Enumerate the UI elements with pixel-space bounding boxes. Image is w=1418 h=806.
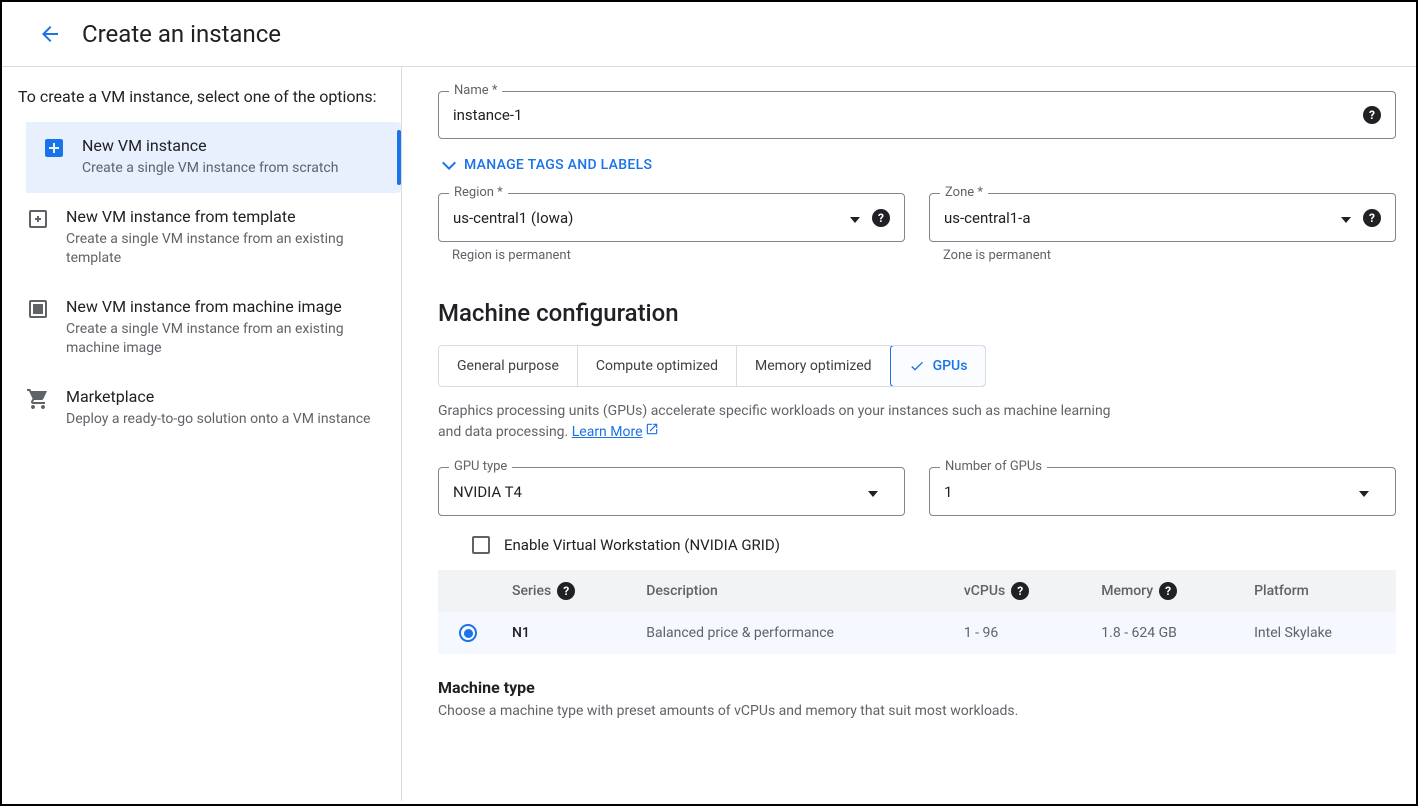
check-icon [909,358,925,374]
help-icon[interactable]: ? [557,582,575,600]
name-input[interactable] [453,106,1363,124]
th-memory: Memory [1101,583,1153,599]
chevron-down-icon [868,482,878,501]
series-radio[interactable] [459,624,477,642]
chevron-down-icon [850,208,860,227]
gpu-description: Graphics processing units (GPUs) acceler… [438,401,1118,443]
plus-box-icon [42,136,66,160]
sidebar-item-label: New VM instance [82,136,385,155]
page-title: Create an instance [82,20,281,48]
series-platform: Intel Skylake [1240,612,1396,654]
zone-helper: Zone is permanent [943,248,1396,263]
cart-icon [26,387,50,411]
th-vcpus: vCPUs [964,583,1005,599]
main-form: Name * ? MANAGE TAGS AND LABELS Region *… [402,67,1416,801]
gpu-type-select[interactable]: GPU type NVIDIA T4 [438,467,905,516]
sidebar-item-desc: Create a single VM instance from scratch [82,159,385,179]
help-icon[interactable]: ? [1363,209,1381,227]
tab-gpus[interactable]: GPUs [890,345,987,387]
series-table: Series? Description vCPUs? Memory? Platf… [438,570,1396,654]
tab-memory-optimized[interactable]: Memory optimized [737,346,891,386]
name-field[interactable]: Name * ? [438,91,1396,139]
gpu-count-value: 1 [944,483,1351,501]
sidebar-item-desc: Create a single VM instance from an exis… [66,230,377,269]
help-icon[interactable]: ? [1159,582,1177,600]
series-name: N1 [498,612,632,654]
chevron-down-icon [1359,482,1369,501]
region-label: Region * [449,185,508,200]
sidebar: To create a VM instance, select one of t… [2,67,402,801]
machine-type-desc: Choose a machine type with preset amount… [438,703,1396,719]
region-helper: Region is permanent [452,248,905,263]
back-arrow-icon[interactable] [38,22,62,46]
chevron-down-icon [1341,208,1351,227]
zone-value: us-central1-a [944,209,1333,227]
tab-gpus-label: GPUs [933,358,968,374]
region-value: us-central1 (Iowa) [453,209,842,227]
series-memory: 1.8 - 624 GB [1087,612,1240,654]
external-link-icon [645,422,659,443]
machine-type-title: Machine type [438,678,1396,697]
name-label: Name * [449,83,502,98]
zone-label: Zone * [940,185,988,200]
virtual-workstation-label: Enable Virtual Workstation (NVIDIA GRID) [504,536,780,554]
tab-compute-optimized[interactable]: Compute optimized [578,346,737,386]
manage-tags-button[interactable]: MANAGE TAGS AND LABELS [442,157,1396,173]
image-icon [26,297,50,321]
gpu-type-value: NVIDIA T4 [453,483,860,501]
sidebar-item-marketplace[interactable]: Marketplace Deploy a ready-to-go solutio… [10,373,393,444]
help-icon[interactable]: ? [1363,106,1381,124]
series-desc: Balanced price & performance [632,612,950,654]
series-vcpus: 1 - 96 [950,612,1087,654]
sidebar-item-label: Marketplace [66,387,377,406]
region-select[interactable]: Region * us-central1 (Iowa) ? [438,193,905,242]
help-icon[interactable]: ? [872,209,890,227]
series-row[interactable]: N1 Balanced price & performance 1 - 96 1… [438,612,1396,654]
sidebar-item-label: New VM instance from template [66,207,377,226]
sidebar-item-machine-image[interactable]: New VM instance from machine image Creat… [10,283,393,373]
gpu-count-label: Number of GPUs [940,459,1047,474]
virtual-workstation-checkbox[interactable] [472,536,490,554]
gpu-type-label: GPU type [449,459,512,474]
th-description: Description [632,570,950,612]
machine-tabs: General purpose Compute optimized Memory… [438,345,986,387]
sidebar-item-desc: Create a single VM instance from an exis… [66,320,377,359]
th-platform: Platform [1240,570,1396,612]
sidebar-item-new-vm[interactable]: New VM instance Create a single VM insta… [26,122,401,193]
gpu-count-select[interactable]: Number of GPUs 1 [929,467,1396,516]
sidebar-item-desc: Deploy a ready-to-go solution onto a VM … [66,410,377,430]
template-icon [26,207,50,231]
manage-tags-label: MANAGE TAGS AND LABELS [464,157,652,173]
help-icon[interactable]: ? [1011,582,1029,600]
learn-more-link[interactable]: Learn More [572,424,659,440]
tab-general-purpose[interactable]: General purpose [439,346,578,386]
th-series: Series [512,583,551,599]
machine-config-title: Machine configuration [438,299,1396,327]
sidebar-item-label: New VM instance from machine image [66,297,377,316]
sidebar-item-template[interactable]: New VM instance from template Create a s… [10,193,393,283]
sidebar-prompt: To create a VM instance, select one of t… [2,87,401,122]
zone-select[interactable]: Zone * us-central1-a ? [929,193,1396,242]
